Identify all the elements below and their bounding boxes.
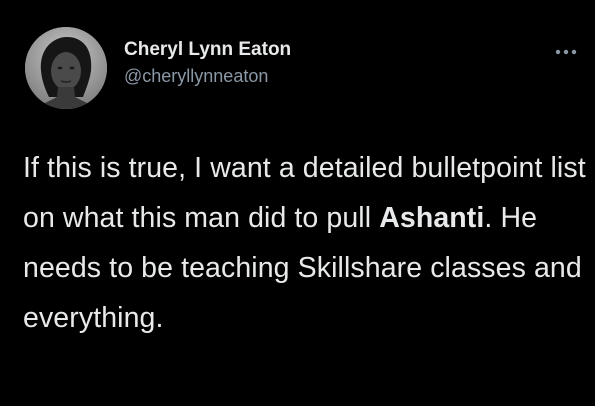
author-display-name[interactable]: Cheryl Lynn Eaton xyxy=(124,39,291,61)
author-handle[interactable]: @cheryllynneaton xyxy=(124,66,268,87)
more-options-button[interactable] xyxy=(549,40,583,64)
more-horizontal-icon xyxy=(555,49,577,55)
avatar-photo xyxy=(25,27,107,109)
tweet-card: Cheryl Lynn Eaton @cheryllynneaton If th… xyxy=(0,0,595,406)
avatar[interactable] xyxy=(25,27,107,109)
tweet-text: If this is true, I want a detailed bulle… xyxy=(23,143,588,343)
tweet-text-emphasis: Ashanti xyxy=(379,202,485,234)
